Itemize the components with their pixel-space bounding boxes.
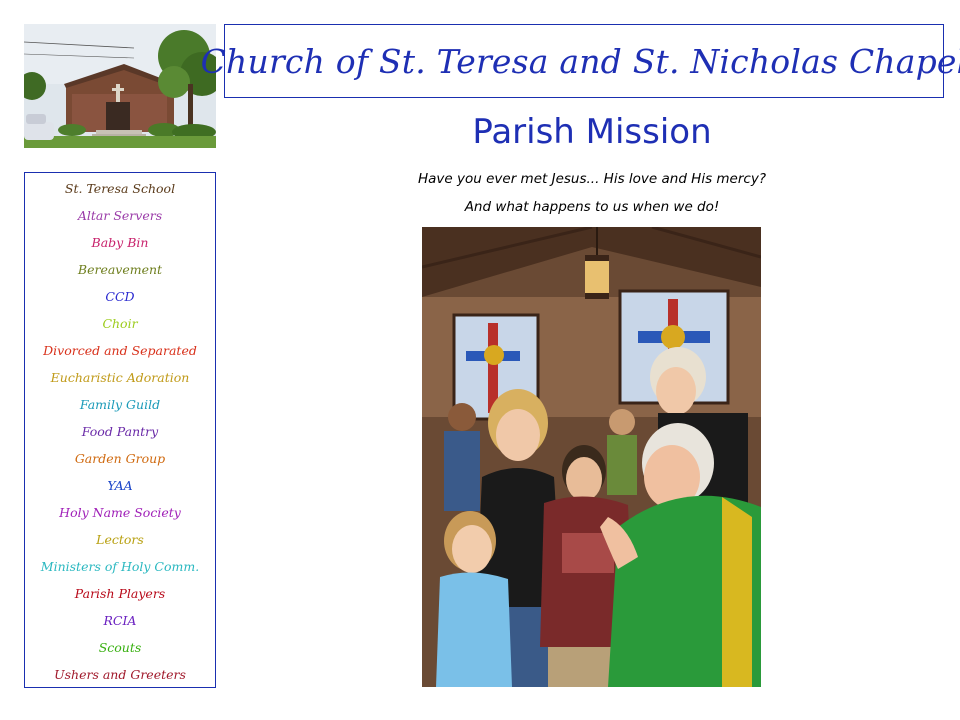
sidebar-item-st-teresa-school[interactable]: St. Teresa School [25,175,215,202]
sidebar-item-rcia[interactable]: RCIA [25,607,215,634]
sidebar-item-ministers-of-holy-communion[interactable]: Ministers of Holy Comm. [25,553,215,580]
ministries-sidebar: St. Teresa School Altar Servers Baby Bin… [24,172,216,688]
sidebar-item-altar-servers[interactable]: Altar Servers [25,202,215,229]
church-building-photo [24,24,216,148]
sidebar-item-family-guild[interactable]: Family Guild [25,391,215,418]
site-title: Church of St. Teresa and St. Nicholas Ch… [200,41,960,81]
tagline-line-1: Have you ever met Jesus... His love and … [418,171,766,187]
sidebar-item-bereavement[interactable]: Bereavement [25,256,215,283]
sidebar-item-yaa[interactable]: YAA [25,472,215,499]
sidebar-item-eucharistic-adoration[interactable]: Eucharistic Adoration [25,364,215,391]
sidebar-item-garden-group[interactable]: Garden Group [25,445,215,472]
sidebar-item-parish-players[interactable]: Parish Players [25,580,215,607]
sidebar-item-choir[interactable]: Choir [25,310,215,337]
sidebar-item-holy-name-society[interactable]: Holy Name Society [25,499,215,526]
site-title-banner: Church of St. Teresa and St. Nicholas Ch… [201,24,960,98]
sidebar-item-ushers-and-greeters[interactable]: Ushers and Greeters [25,661,215,688]
sidebar-item-lectors[interactable]: Lectors [25,526,215,553]
page-heading: Parish Mission [472,112,712,152]
sidebar-item-baby-bin[interactable]: Baby Bin [25,229,215,256]
sidebar-item-scouts[interactable]: Scouts [25,634,215,661]
parish-mission-photo [422,227,761,687]
sidebar-item-ccd[interactable]: CCD [25,283,215,310]
tagline-line-2: And what happens to us when we do! [464,199,720,215]
sidebar-item-food-pantry[interactable]: Food Pantry [25,418,215,445]
sidebar-item-divorced-and-separated[interactable]: Divorced and Separated [25,337,215,364]
